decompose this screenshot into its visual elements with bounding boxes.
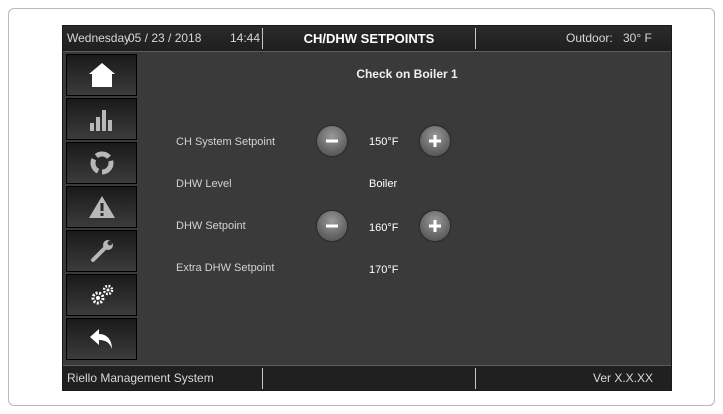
- minus-icon: [326, 224, 338, 228]
- dhw-level-label: DHW Level: [176, 178, 232, 190]
- wrench-icon: [90, 240, 113, 262]
- sidebar-item-settings[interactable]: [66, 230, 137, 272]
- weekday: Wednesday: [67, 31, 131, 45]
- warning-icon: [88, 196, 115, 218]
- setpoints-panel: Check on Boiler 1 CH System Setpoint 150…: [143, 52, 671, 368]
- dhw-setpoint-decrease-button[interactable]: [317, 211, 347, 241]
- dhw-level-value: Boiler: [369, 178, 398, 190]
- ch-setpoint-increase-button[interactable]: [420, 126, 450, 156]
- bar-chart-icon: [89, 110, 112, 131]
- divider: [475, 368, 476, 389]
- minus-icon: [326, 139, 338, 143]
- back-arrow-icon: [89, 329, 112, 349]
- sidebar-item-configuration[interactable]: [66, 274, 137, 316]
- hmi-screen: Wednesday 05 / 23 / 2018 14:44 CH/DHW SE…: [62, 25, 672, 391]
- dhw-setpoint-value: 160°F: [369, 222, 399, 234]
- gears-icon: [91, 284, 113, 305]
- outdoor-temperature: 30° F: [623, 31, 652, 45]
- ch-setpoint-decrease-button[interactable]: [317, 126, 347, 156]
- sidebar-item-home[interactable]: [66, 54, 137, 96]
- time: 14:44: [230, 31, 261, 45]
- system-name: Riello Management System: [67, 371, 214, 385]
- version-label: Ver X.X.XX: [593, 371, 654, 385]
- divider: [475, 28, 476, 49]
- plus-icon: [429, 220, 441, 232]
- ch-system-setpoint-label: CH System Setpoint: [176, 136, 276, 148]
- cycle-icon: [90, 151, 113, 175]
- divider: [262, 368, 263, 389]
- ch-system-setpoint-value: 150°F: [369, 136, 399, 148]
- sidebar-item-alarms[interactable]: [66, 186, 137, 228]
- dhw-setpoint-label: DHW Setpoint: [176, 220, 246, 232]
- plus-icon: [429, 135, 441, 147]
- boiler-heading: Check on Boiler 1: [356, 67, 458, 81]
- sidebar-item-back[interactable]: [66, 318, 137, 360]
- bottom-status-bar: Riello Management System Ver X.X.XX: [63, 365, 671, 390]
- home-icon: [88, 63, 115, 87]
- sidebar-item-cycle[interactable]: [66, 142, 137, 184]
- outdoor-label: Outdoor:: [566, 31, 613, 45]
- top-status-bar: Wednesday 05 / 23 / 2018 14:44 CH/DHW SE…: [63, 26, 671, 52]
- date: 05 / 23 / 2018: [128, 31, 202, 45]
- sidebar-item-statistics[interactable]: [66, 98, 137, 140]
- extra-dhw-setpoint-label: Extra DHW Setpoint: [176, 262, 275, 274]
- dhw-setpoint-increase-button[interactable]: [420, 211, 450, 241]
- sidebar-nav: [66, 54, 139, 362]
- page-title: CH/DHW SETPOINTS: [303, 31, 435, 46]
- extra-dhw-setpoint-value: 170°F: [369, 264, 399, 276]
